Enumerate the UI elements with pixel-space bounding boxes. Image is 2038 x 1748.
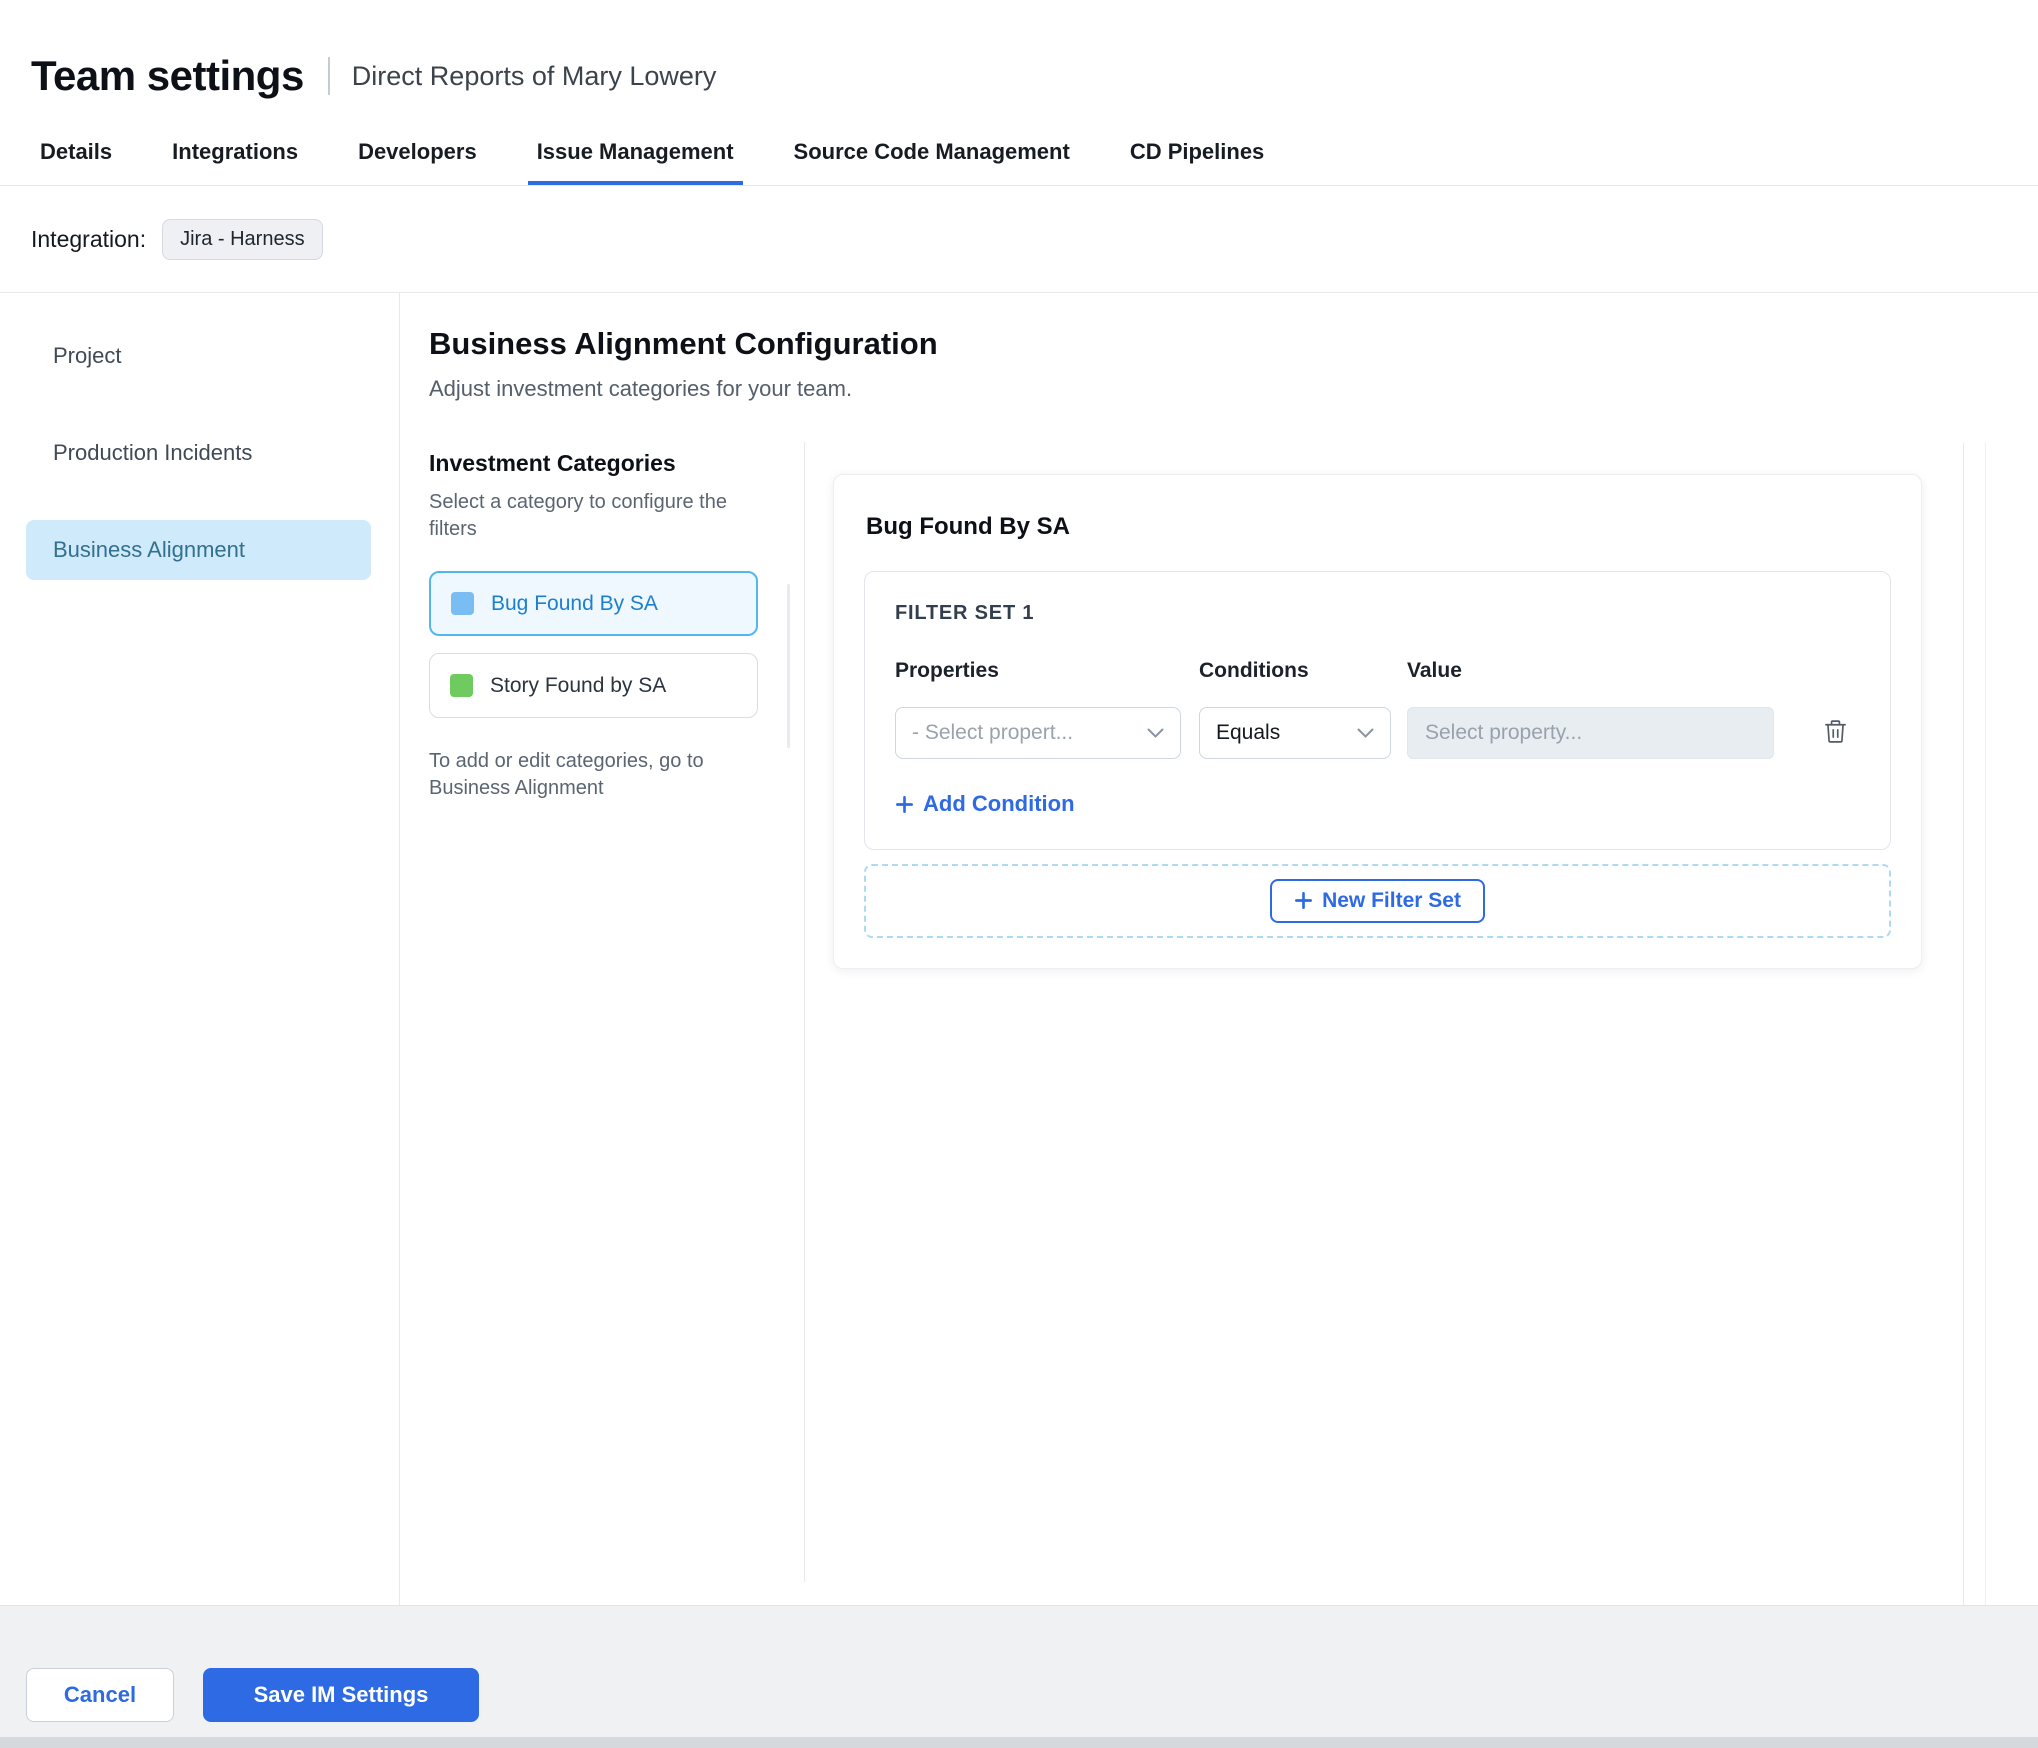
new-filter-set-button[interactable]: New Filter Set [1270, 878, 1485, 923]
footer-bar: Cancel Save IM Settings [0, 1605, 2038, 1748]
tab-bar: Details Integrations Developers Issue Ma… [0, 122, 2038, 186]
investment-categories-panel: Investment Categories Select a category … [429, 442, 805, 1582]
scrollbar-track[interactable] [1963, 443, 1964, 1606]
column-header-conditions: Conditions [1199, 659, 1309, 682]
tab-issue-management[interactable]: Issue Management [527, 122, 743, 185]
column-header-value: Value [1407, 659, 1462, 682]
config-card-title: Bug Found By SA [866, 513, 1070, 540]
category-bug-found-by-sa[interactable]: Bug Found By SA [429, 571, 758, 636]
cancel-button[interactable]: Cancel [26, 1668, 174, 1722]
category-label: Bug Found By SA [491, 591, 658, 615]
main-panel: Business Alignment Configuration Adjust … [400, 293, 2038, 1606]
tab-cd-pipelines[interactable]: CD Pipelines [1121, 122, 1273, 185]
filter-set-title: FILTER SET 1 [895, 602, 1035, 624]
categories-footnote: To add or edit categories, go to Busines… [429, 750, 704, 799]
tab-developers[interactable]: Developers [349, 122, 486, 185]
filter-condition-row: - Select propert... Equals [895, 707, 1860, 759]
delete-condition-button[interactable] [1818, 713, 1853, 753]
category-config-card: Bug Found By SA FILTER SET 1 Properties … [833, 474, 1922, 969]
chevron-down-icon [1147, 728, 1164, 739]
bottom-strip [0, 1737, 2038, 1748]
add-condition-label: Add Condition [923, 791, 1075, 816]
plus-icon [895, 795, 914, 814]
content-area: Project Production Incidents Business Al… [0, 292, 2038, 1606]
section-subtitle: Adjust investment categories for your te… [429, 376, 853, 401]
new-filter-set-dropzone: New Filter Set [864, 863, 1891, 938]
trash-icon [1822, 717, 1849, 746]
page-title: Team settings [31, 52, 304, 99]
page-subtitle: Direct Reports of Mary Lowery [351, 60, 717, 91]
category-color-swatch-green [450, 674, 473, 697]
category-label: Story Found by SA [490, 673, 667, 697]
property-select[interactable]: - Select propert... [895, 707, 1181, 759]
tab-source-code-management[interactable]: Source Code Management [785, 122, 1079, 185]
page-header: Team settings Direct Reports of Mary Low… [0, 0, 2038, 122]
sidebar-item-project[interactable]: Project [26, 326, 371, 386]
value-input[interactable] [1407, 707, 1774, 759]
category-color-swatch-blue [451, 592, 474, 615]
condition-select-value: Equals [1216, 721, 1281, 744]
property-select-placeholder: - Select propert... [912, 721, 1074, 744]
filter-set-1: FILTER SET 1 Properties Conditions Value… [864, 571, 1891, 850]
new-filter-set-label: New Filter Set [1322, 888, 1461, 912]
integration-chip: Jira - Harness [162, 218, 323, 260]
category-story-found-by-sa[interactable]: Story Found by SA [429, 653, 758, 718]
tab-details[interactable]: Details [31, 122, 121, 185]
plus-icon [1294, 891, 1313, 910]
add-condition-button[interactable]: Add Condition [895, 791, 1075, 817]
save-im-settings-button[interactable]: Save IM Settings [203, 1668, 479, 1722]
section-title: Business Alignment Configuration [429, 326, 938, 361]
chevron-down-icon [1357, 728, 1374, 739]
scrollbar-track-inner [1985, 443, 1986, 1606]
sidebar-item-business-alignment[interactable]: Business Alignment [26, 520, 371, 580]
column-header-properties: Properties [895, 659, 999, 682]
investment-categories-title: Investment Categories [429, 450, 676, 476]
integration-label: Integration: [31, 225, 147, 252]
tab-integrations[interactable]: Integrations [163, 122, 307, 185]
filter-configuration-panel: Bug Found By SA FILTER SET 1 Properties … [805, 442, 2038, 1582]
title-separator [327, 57, 330, 95]
settings-sidebar: Project Production Incidents Business Al… [0, 293, 400, 1605]
condition-select[interactable]: Equals [1199, 707, 1391, 759]
sidebar-item-production-incidents[interactable]: Production Incidents [26, 423, 371, 483]
investment-categories-hint: Select a category to configure the filte… [429, 491, 727, 540]
filter-column-headers: Properties Conditions Value [895, 659, 1860, 683]
category-list-scrollbar[interactable] [787, 584, 790, 748]
integration-row: Integration: Jira - Harness [0, 186, 2038, 292]
